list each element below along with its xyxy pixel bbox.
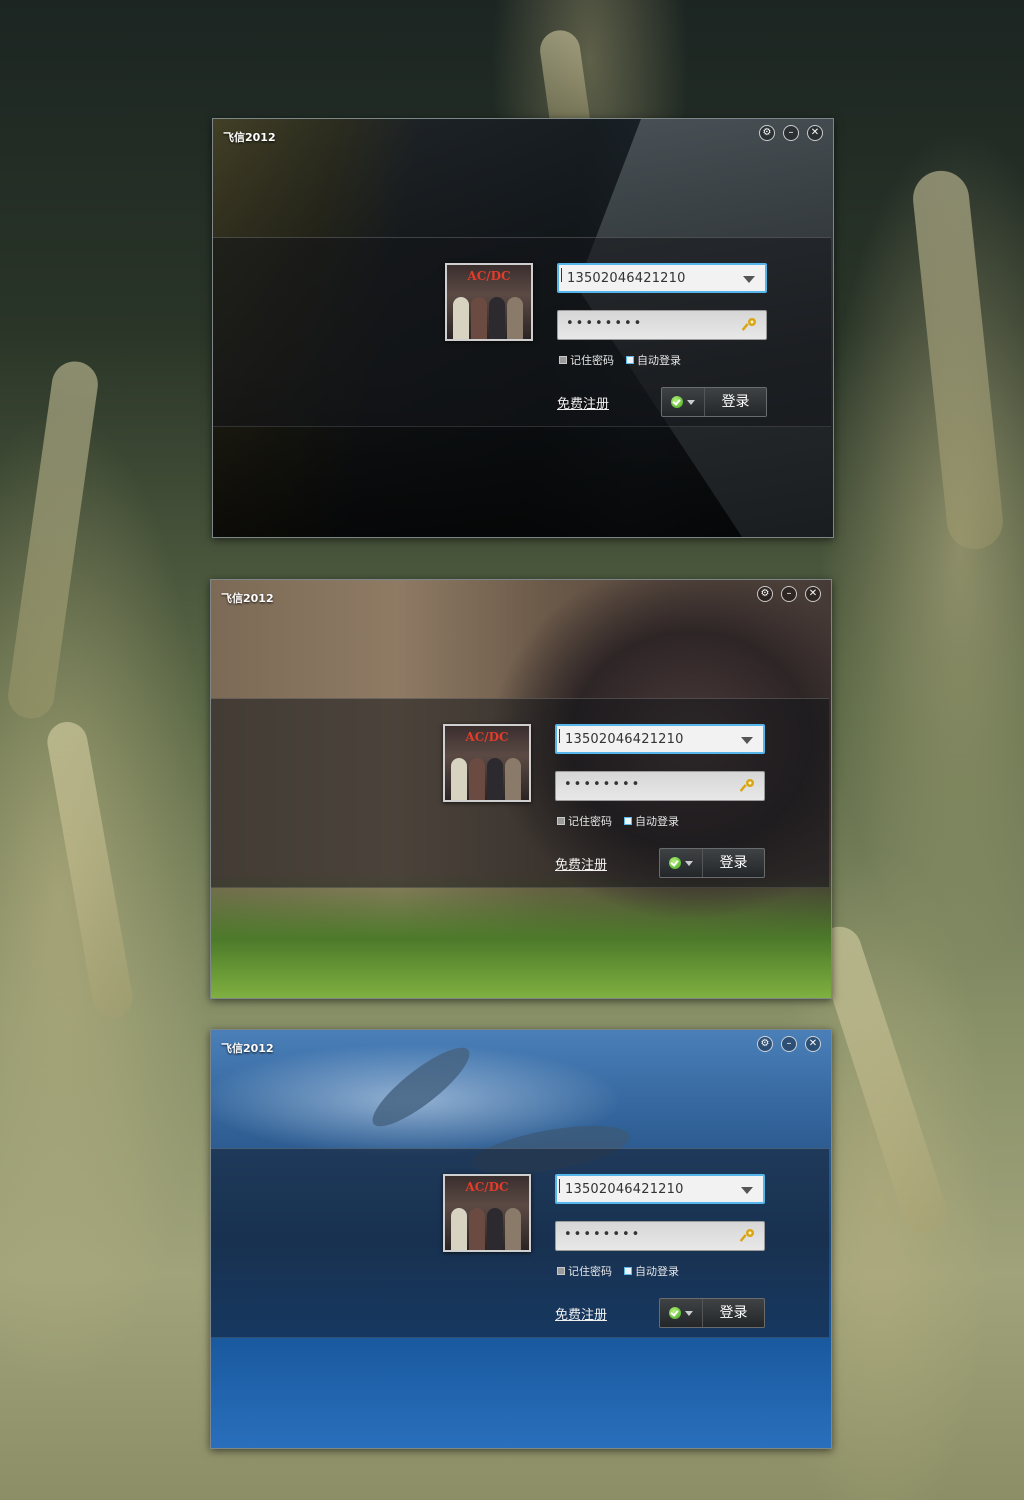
remember-password-label: 记住密码: [568, 1265, 612, 1278]
online-status-icon: [671, 396, 683, 408]
status-dropdown[interactable]: [662, 388, 705, 416]
grass-stalk: [811, 921, 953, 1239]
chevron-down-icon[interactable]: [741, 737, 753, 744]
grass-stalk: [5, 358, 101, 722]
register-link[interactable]: 免费注册: [555, 1304, 607, 1323]
chevron-down-icon: [685, 1310, 693, 1316]
login-window-monkey: 飞信2012 ⚙ – ✕ AC/DC 13502046421210 ••••••…: [210, 579, 832, 999]
gear-icon[interactable]: ⚙: [757, 1036, 773, 1052]
login-panel: AC/DC 13502046421210 •••••••• 记住密码 自动登录 …: [213, 237, 831, 427]
avatar-logo: AC/DC: [467, 269, 511, 283]
login-button[interactable]: 登录: [703, 849, 764, 877]
account-input[interactable]: 13502046421210: [555, 1174, 765, 1204]
password-value: ••••••••: [564, 1227, 642, 1242]
remember-password-label: 记住密码: [568, 815, 612, 828]
online-status-icon: [669, 857, 681, 869]
account-value: 13502046421210: [567, 271, 686, 286]
checkbox-box: [557, 817, 565, 825]
account-value: 13502046421210: [565, 1182, 684, 1197]
login-button-group: 登录: [661, 387, 767, 417]
gear-icon[interactable]: ⚙: [759, 125, 775, 141]
password-input[interactable]: ••••••••: [555, 1221, 765, 1251]
text-caret: [559, 729, 560, 743]
login-panel: AC/DC 13502046421210 •••••••• 记住密码 自动登录 …: [211, 698, 829, 888]
checkbox-box: [624, 1267, 632, 1275]
window-title: 飞信2012: [221, 592, 274, 605]
avatar-logo: AC/DC: [465, 730, 509, 744]
chevron-down-icon[interactable]: [743, 276, 755, 283]
avatar[interactable]: AC/DC: [443, 724, 531, 802]
chevron-down-icon: [687, 399, 695, 405]
window-title: 飞信2012: [221, 1042, 274, 1055]
password-value: ••••••••: [564, 777, 642, 792]
auto-login-checkbox[interactable]: 自动登录: [626, 352, 681, 368]
remember-password-checkbox[interactable]: 记住密码: [559, 352, 614, 368]
online-status-icon: [669, 1307, 681, 1319]
status-dropdown[interactable]: [660, 1299, 703, 1327]
auto-login-label: 自动登录: [635, 1265, 679, 1278]
password-input[interactable]: ••••••••: [557, 310, 767, 340]
avatar-logo: AC/DC: [465, 1180, 509, 1194]
checkbox-box: [557, 1267, 565, 1275]
avatar[interactable]: AC/DC: [445, 263, 533, 341]
remember-password-checkbox[interactable]: 记住密码: [557, 1263, 612, 1279]
avatar[interactable]: AC/DC: [443, 1174, 531, 1252]
key-icon[interactable]: [740, 1228, 756, 1244]
auto-login-label: 自动登录: [635, 815, 679, 828]
text-caret: [559, 1179, 560, 1193]
auto-login-label: 自动登录: [637, 354, 681, 367]
account-input[interactable]: 13502046421210: [555, 724, 765, 754]
close-icon[interactable]: ✕: [805, 1036, 821, 1052]
key-icon[interactable]: [740, 778, 756, 794]
close-icon[interactable]: ✕: [805, 586, 821, 602]
grass-stalk: [910, 168, 1006, 552]
login-panel: AC/DC 13502046421210 •••••••• 记住密码 自动登录 …: [211, 1148, 829, 1338]
auto-login-checkbox[interactable]: 自动登录: [624, 813, 679, 829]
minimize-icon[interactable]: –: [781, 1036, 797, 1052]
login-button[interactable]: 登录: [705, 388, 766, 416]
checkbox-box: [624, 817, 632, 825]
window-title: 飞信2012: [223, 131, 276, 144]
remember-password-label: 记住密码: [570, 354, 614, 367]
account-value: 13502046421210: [565, 732, 684, 747]
text-caret: [561, 268, 562, 282]
grass-stalk: [44, 718, 136, 1022]
login-window-dolphins: 飞信2012 ⚙ – ✕ AC/DC 13502046421210 ••••••…: [210, 1029, 832, 1449]
close-icon[interactable]: ✕: [807, 125, 823, 141]
register-link[interactable]: 免费注册: [555, 854, 607, 873]
login-button[interactable]: 登录: [703, 1299, 764, 1327]
key-icon[interactable]: [742, 317, 758, 333]
status-dropdown[interactable]: [660, 849, 703, 877]
login-button-group: 登录: [659, 848, 765, 878]
register-link[interactable]: 免费注册: [557, 393, 609, 412]
login-window-train: 飞信2012 ⚙ – ✕ AC/DC 13502046421210 ••••••…: [212, 118, 834, 538]
minimize-icon[interactable]: –: [781, 586, 797, 602]
account-input[interactable]: 13502046421210: [557, 263, 767, 293]
password-value: ••••••••: [566, 316, 644, 331]
checkbox-box: [559, 356, 567, 364]
login-button-group: 登录: [659, 1298, 765, 1328]
gear-icon[interactable]: ⚙: [757, 586, 773, 602]
checkbox-box: [626, 356, 634, 364]
password-input[interactable]: ••••••••: [555, 771, 765, 801]
remember-password-checkbox[interactable]: 记住密码: [557, 813, 612, 829]
minimize-icon[interactable]: –: [783, 125, 799, 141]
chevron-down-icon: [685, 860, 693, 866]
chevron-down-icon[interactable]: [741, 1187, 753, 1194]
auto-login-checkbox[interactable]: 自动登录: [624, 1263, 679, 1279]
